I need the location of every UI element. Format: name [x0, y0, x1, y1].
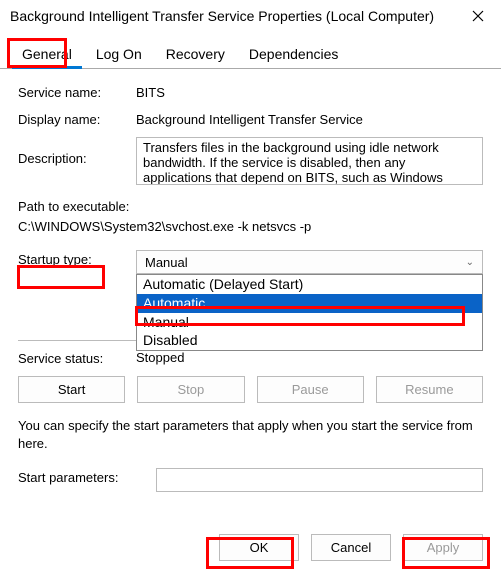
- start-parameters-input[interactable]: [156, 468, 483, 492]
- startup-type-dropdown: Automatic (Delayed Start) Automatic Manu…: [136, 274, 483, 351]
- value-path: C:\WINDOWS\System32\svchost.exe -k netsv…: [18, 217, 483, 237]
- label-service-name: Service name:: [18, 83, 136, 100]
- apply-button[interactable]: Apply: [403, 534, 483, 561]
- option-disabled[interactable]: Disabled: [137, 331, 482, 350]
- tab-log-on[interactable]: Log On: [84, 40, 154, 68]
- window-title: Background Intelligent Transfer Service …: [10, 8, 434, 24]
- value-service-status: Stopped: [136, 350, 184, 365]
- label-service-status: Service status:: [18, 349, 136, 366]
- label-description: Description:: [18, 137, 136, 166]
- stop-button[interactable]: Stop: [137, 376, 244, 403]
- value-service-name: BITS: [136, 83, 483, 100]
- tab-bar: General Log On Recovery Dependencies: [0, 32, 501, 69]
- label-display-name: Display name:: [18, 110, 136, 127]
- hint-text: You can specify the start parameters tha…: [18, 417, 483, 452]
- tab-general[interactable]: General: [10, 40, 84, 68]
- titlebar: Background Intelligent Transfer Service …: [0, 0, 501, 32]
- pause-button[interactable]: Pause: [257, 376, 364, 403]
- option-automatic[interactable]: Automatic: [137, 294, 482, 313]
- close-icon: [472, 10, 484, 22]
- close-button[interactable]: [455, 0, 501, 32]
- tab-recovery[interactable]: Recovery: [154, 40, 237, 68]
- option-manual[interactable]: Manual: [137, 313, 482, 332]
- label-start-parameters: Start parameters:: [18, 468, 156, 485]
- label-startup-type: Startup type:: [18, 250, 136, 267]
- tab-dependencies[interactable]: Dependencies: [237, 40, 351, 68]
- cancel-button[interactable]: Cancel: [311, 534, 391, 561]
- chevron-down-icon: ⌄: [466, 257, 474, 268]
- value-display-name: Background Intelligent Transfer Service: [136, 110, 483, 127]
- startup-type-select[interactable]: Manual ⌄: [136, 250, 483, 274]
- ok-button[interactable]: OK: [219, 534, 299, 561]
- start-button[interactable]: Start: [18, 376, 125, 403]
- resume-button[interactable]: Resume: [376, 376, 483, 403]
- label-path: Path to executable:: [18, 197, 483, 217]
- startup-type-value: Manual: [145, 255, 188, 270]
- option-automatic-delayed[interactable]: Automatic (Delayed Start): [137, 275, 482, 294]
- description-box[interactable]: Transfers files in the background using …: [136, 137, 483, 185]
